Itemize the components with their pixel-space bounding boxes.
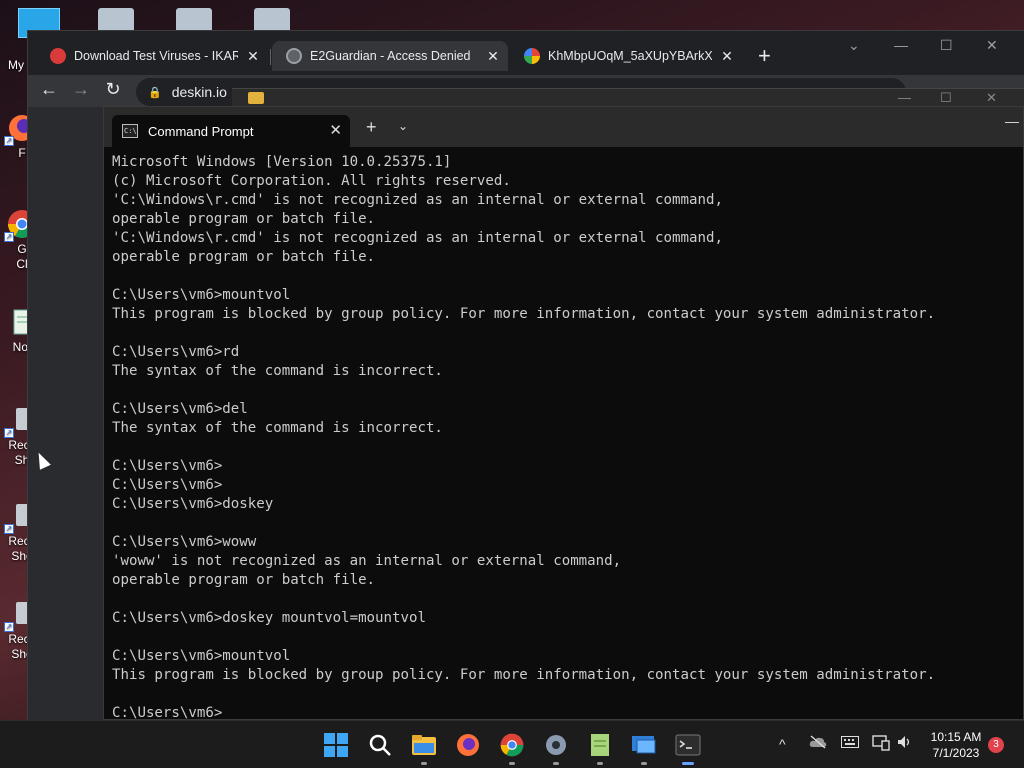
- running-indicator: [553, 762, 559, 765]
- network-icon[interactable]: [872, 735, 890, 754]
- pinwheel-favicon-icon: [524, 48, 540, 64]
- system-clock[interactable]: 10:15 AM 7/1/2023: [918, 729, 994, 761]
- clock-date: 7/1/2023: [932, 746, 980, 760]
- terminal-line: Microsoft Windows [Version 10.0.25375.1]: [112, 154, 452, 170]
- terminal-line: (c) Microsoft Corporation. All rights re…: [112, 173, 511, 189]
- terminal-line: C:\Users\vm6>woww: [112, 534, 257, 550]
- chrome-tab-ikarus[interactable]: Download Test Viruses - IKARUS ✕: [36, 41, 268, 71]
- new-tab-button[interactable]: +: [758, 43, 771, 69]
- terminal-output[interactable]: Microsoft Windows [Version 10.0.25375.1]…: [112, 153, 1019, 719]
- address-text: deskin.io: [171, 84, 227, 100]
- running-indicator: [509, 762, 515, 765]
- terminal-line: The syntax of the command is incorrect.: [112, 420, 443, 436]
- running-indicator: [641, 762, 647, 765]
- notepad-icon[interactable]: [586, 731, 614, 765]
- maximize-icon[interactable]: ☐: [940, 37, 953, 54]
- chrome-tab-title: KhMbpUOqM_5aXUpYBArkXTq5: [548, 49, 712, 63]
- terminal-line: 'woww' is not recognized as an internal …: [112, 553, 622, 569]
- notification-badge[interactable]: 3: [988, 737, 1004, 753]
- ikarus-favicon-icon: [50, 48, 66, 64]
- close-window-icon[interactable]: ✕: [986, 37, 998, 54]
- tray-chevron-icon[interactable]: ^: [779, 736, 786, 752]
- close-tab-icon[interactable]: ✕: [329, 121, 342, 139]
- terminal-line: C:\Users\vm6>doskey mountvol=mountvol: [112, 610, 426, 626]
- terminal-window: C:\ Command Prompt ✕ + ⌄ — Microsoft Win…: [103, 106, 1024, 720]
- forward-arrow-icon[interactable]: →: [69, 79, 93, 100]
- folder-icon: [248, 92, 264, 104]
- minimize-icon[interactable]: —: [1005, 113, 1019, 129]
- terminal-line: C:\Users\vm6>doskey: [112, 496, 274, 512]
- taskbar: ^ 10:15 AM 7/1/2023 3: [0, 720, 1024, 768]
- shortcut-arrow-icon: ↗: [4, 622, 14, 632]
- volume-icon[interactable]: [897, 735, 913, 752]
- running-indicator: [421, 762, 427, 765]
- chrome-tab-e2guardian[interactable]: E2Guardian - Access Denied ✕: [272, 41, 508, 71]
- shortcut-arrow-icon: ↗: [4, 428, 14, 438]
- shortcut-arrow-icon: ↗: [4, 524, 14, 534]
- chrome-tab-title: Download Test Viruses - IKARUS: [74, 49, 238, 63]
- terminal-line: operable program or batch file.: [112, 249, 376, 265]
- terminal-line: C:\Users\vm6>mountvol: [112, 287, 291, 303]
- terminal-line: 'C:\Windows\r.cmd' is not recognized as …: [112, 192, 723, 208]
- onedrive-offline-icon[interactable]: [809, 735, 827, 752]
- tab-search-dropdown-icon[interactable]: ⌄: [848, 37, 860, 54]
- terminal-line: 'C:\Windows\r.cmd' is not recognized as …: [112, 230, 723, 246]
- terminal-tab-command-prompt[interactable]: C:\ Command Prompt ✕: [112, 115, 350, 147]
- terminal-line: C:\Users\vm6>rd: [112, 344, 240, 360]
- explorer-maximize-icon[interactable]: ☐: [940, 90, 952, 106]
- shortcut-arrow-icon: ↗: [4, 232, 14, 242]
- file-explorer-icon[interactable]: [410, 731, 438, 765]
- close-tab-icon[interactable]: ✕: [486, 48, 500, 65]
- terminal-line: This program is blocked by group policy.…: [112, 667, 936, 683]
- chrome-tab-title: E2Guardian - Access Denied: [310, 49, 471, 63]
- terminal-line: C:\Users\vm6>: [112, 477, 223, 493]
- terminal-icon[interactable]: [674, 731, 702, 765]
- minimize-icon[interactable]: —: [894, 37, 908, 53]
- settings-icon[interactable]: [542, 731, 570, 765]
- running-indicator: [597, 762, 603, 765]
- terminal-line: C:\Users\vm6>: [112, 458, 223, 474]
- file-explorer-window: — ☐ ✕: [232, 88, 1024, 108]
- close-tab-icon[interactable]: ✕: [720, 48, 734, 65]
- keyboard-icon[interactable]: [841, 735, 859, 751]
- terminal-dropdown-icon[interactable]: ⌄: [398, 119, 408, 133]
- terminal-line: operable program or batch file.: [112, 211, 376, 227]
- terminal-line: C:\Users\vm6>mountvol: [112, 648, 291, 664]
- lock-icon: 🔒: [148, 86, 162, 99]
- terminal-tab-title: Command Prompt: [148, 123, 254, 139]
- explorer-close-icon[interactable]: ✕: [986, 90, 997, 106]
- terminal-line: C:\Users\vm6>: [112, 705, 223, 719]
- start-icon[interactable]: [322, 731, 350, 759]
- chrome-tab-strip: Download Test Viruses - IKARUS ✕ E2Guard…: [28, 31, 1024, 79]
- globe-icon: [286, 48, 302, 64]
- running-indicator: [682, 762, 694, 765]
- search-icon[interactable]: [366, 731, 394, 759]
- terminal-tab-strip: C:\ Command Prompt ✕ + ⌄ —: [104, 107, 1023, 147]
- terminal-line: The syntax of the command is incorrect.: [112, 363, 443, 379]
- clock-time: 10:15 AM: [930, 730, 982, 744]
- terminal-line: operable program or batch file.: [112, 572, 376, 588]
- chrome-tab-khmbp[interactable]: KhMbpUOqM_5aXUpYBArkXTq5 ✕: [510, 41, 742, 71]
- command-prompt-icon: C:\: [122, 124, 138, 138]
- explorer-minimize-icon[interactable]: —: [898, 90, 911, 105]
- new-terminal-tab-button[interactable]: +: [366, 117, 377, 138]
- terminal-line: C:\Users\vm6>del: [112, 401, 248, 417]
- reload-icon[interactable]: ↻: [101, 79, 125, 100]
- tab-divider: [270, 49, 271, 65]
- firefox-icon[interactable]: [454, 731, 482, 759]
- remote-desktop-icon[interactable]: [630, 731, 658, 765]
- chrome-icon[interactable]: [498, 731, 526, 765]
- shortcut-arrow-icon: ↗: [4, 136, 14, 146]
- back-arrow-icon[interactable]: ←: [37, 79, 61, 100]
- close-tab-icon[interactable]: ✕: [246, 48, 260, 65]
- terminal-line: This program is blocked by group policy.…: [112, 306, 936, 322]
